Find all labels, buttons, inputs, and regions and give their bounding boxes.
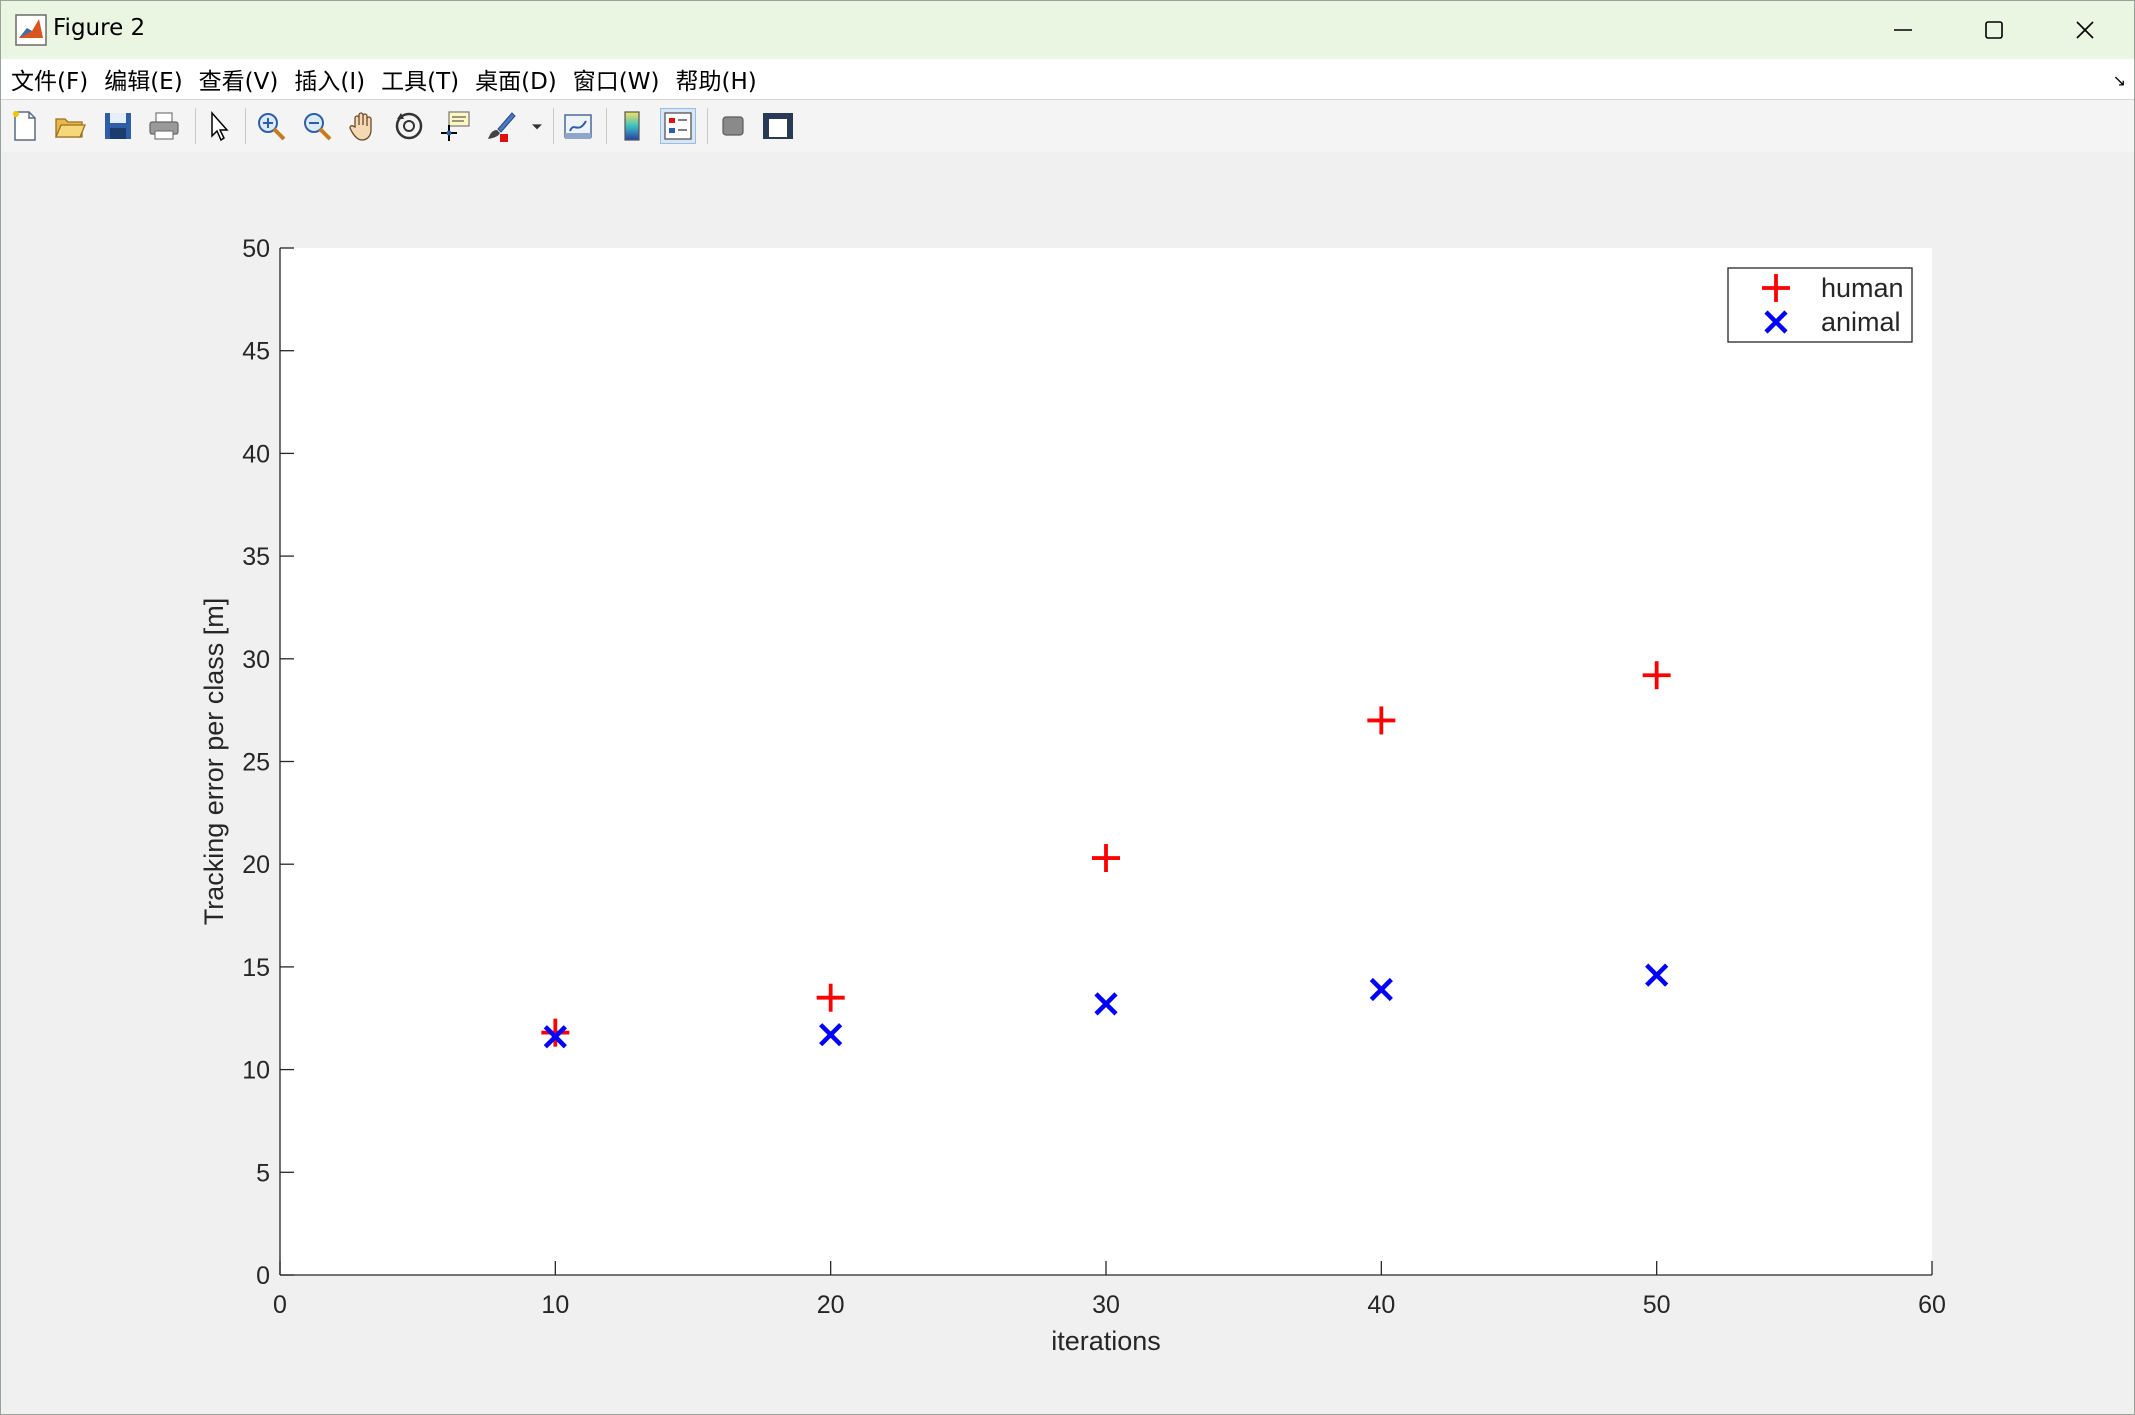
save-button[interactable] (100, 108, 136, 144)
x-tick-label: 10 (541, 1291, 569, 1319)
brush-icon (488, 112, 516, 142)
pan-button[interactable] (345, 108, 381, 144)
menu-help[interactable]: 帮助(H) (675, 62, 756, 96)
menu-window[interactable]: 窗口(W) (573, 62, 660, 96)
save-icon (105, 113, 131, 139)
data-cursor-button[interactable] (437, 108, 473, 144)
chevron-down-icon (532, 124, 542, 130)
y-tick-label: 30 (242, 646, 270, 674)
menu-bar: 文件(F) 编辑(E) 查看(V) 插入(I) 工具(T) 桌面(D) 窗口(W… (1, 59, 2134, 99)
legend-label-animal: animal (1821, 307, 1901, 337)
show-plot-tools-button[interactable] (760, 108, 796, 144)
matlab-logo-icon (15, 14, 47, 46)
rotate-3d-icon (395, 112, 423, 140)
close-icon (2076, 21, 2094, 39)
x-tick-label: 30 (1092, 1291, 1120, 1319)
scatter-plot[interactable]: 0 10 20 30 40 50 60 0 5 10 15 20 25 30 35 40 45 50 iterat… (1, 152, 2134, 1414)
minimize-button[interactable] (1856, 1, 1950, 59)
toolbar-separator (606, 108, 607, 144)
show-plot-tools-icon (763, 113, 793, 139)
zoom-in-button[interactable] (253, 108, 289, 144)
edit-pointer-button[interactable] (201, 108, 237, 144)
legend-button[interactable] (660, 108, 696, 144)
maximize-icon (1985, 21, 2003, 39)
x-tick-label: 50 (1643, 1291, 1671, 1319)
x-tick-label: 0 (273, 1291, 287, 1319)
title-bar[interactable]: Figure 2 (1, 1, 2134, 59)
y-tick-label: 45 (242, 338, 270, 366)
zoom-in-icon (258, 113, 286, 141)
new-figure-icon (13, 111, 36, 141)
hide-plot-tools-icon (722, 116, 744, 136)
menu-edit[interactable]: 编辑(E) (104, 62, 182, 96)
print-icon (149, 112, 179, 140)
x-tick-label: 20 (817, 1291, 845, 1319)
toolbar-separator (553, 108, 554, 144)
rotate-3d-button[interactable] (391, 108, 427, 144)
print-button[interactable] (146, 108, 182, 144)
menu-file[interactable]: 文件(F) (11, 62, 88, 96)
axes-background (280, 248, 1932, 1275)
y-tick-label: 0 (256, 1262, 270, 1290)
y-tick-label: 50 (242, 235, 270, 263)
edit-pointer-icon (211, 111, 229, 142)
zoom-out-icon (304, 113, 332, 141)
toolbar-separator (195, 108, 196, 144)
colorbar-icon (624, 111, 640, 141)
menu-view[interactable]: 查看(V) (199, 62, 279, 96)
figure-window: Figure 2 文件(F) 编辑(E) 查看(V) 插入(I) 工具(T) 桌… (0, 0, 2135, 1415)
menu-desktop[interactable]: 桌面(D) (475, 62, 557, 96)
hide-plot-tools-button[interactable] (715, 108, 751, 144)
new-figure-button[interactable] (7, 108, 43, 144)
link-plot-button[interactable] (560, 108, 596, 144)
undock-arrow-icon[interactable]: ↘ (2113, 71, 2126, 90)
y-tick-label: 5 (256, 1159, 270, 1187)
brush-button[interactable] (483, 108, 519, 144)
data-cursor-icon (441, 111, 470, 141)
y-tick-label: 15 (242, 954, 270, 982)
legend-label-human: human (1821, 273, 1904, 303)
open-file-button[interactable] (52, 108, 88, 144)
x-axis-label: iterations (1051, 1326, 1161, 1356)
x-tick-label: 60 (1918, 1291, 1946, 1319)
y-tick-label: 35 (242, 543, 270, 571)
figure-canvas[interactable]: 0 10 20 30 40 50 60 0 5 10 15 20 25 30 35 40 45 50 iterat… (1, 152, 2134, 1414)
legend[interactable]: human animal (1727, 267, 1913, 343)
y-tick-label: 25 (242, 749, 270, 777)
x-tick-label: 40 (1367, 1291, 1395, 1319)
minimize-icon (1894, 29, 1912, 31)
window-title: Figure 2 (53, 15, 146, 41)
colorbar-button[interactable] (614, 108, 650, 144)
y-tick-label: 40 (242, 440, 270, 468)
toolbar-separator (245, 108, 246, 144)
y-tick-label: 10 (242, 1057, 270, 1085)
menu-insert[interactable]: 插入(I) (294, 62, 365, 96)
y-axis-label: Tracking error per class [m] (199, 598, 229, 926)
toolbar-separator (707, 108, 708, 144)
pan-hand-icon (349, 112, 372, 141)
y-tick-label: 20 (242, 851, 270, 879)
link-plot-icon (564, 114, 592, 139)
menu-tools[interactable]: 工具(T) (381, 62, 459, 96)
open-file-icon (55, 118, 86, 138)
maximize-button[interactable] (1947, 1, 2041, 59)
close-button[interactable] (2038, 1, 2132, 59)
figure-toolbar (1, 99, 2134, 153)
brush-dropdown-button[interactable] (525, 108, 549, 144)
zoom-out-button[interactable] (299, 108, 335, 144)
legend-icon (664, 112, 692, 140)
